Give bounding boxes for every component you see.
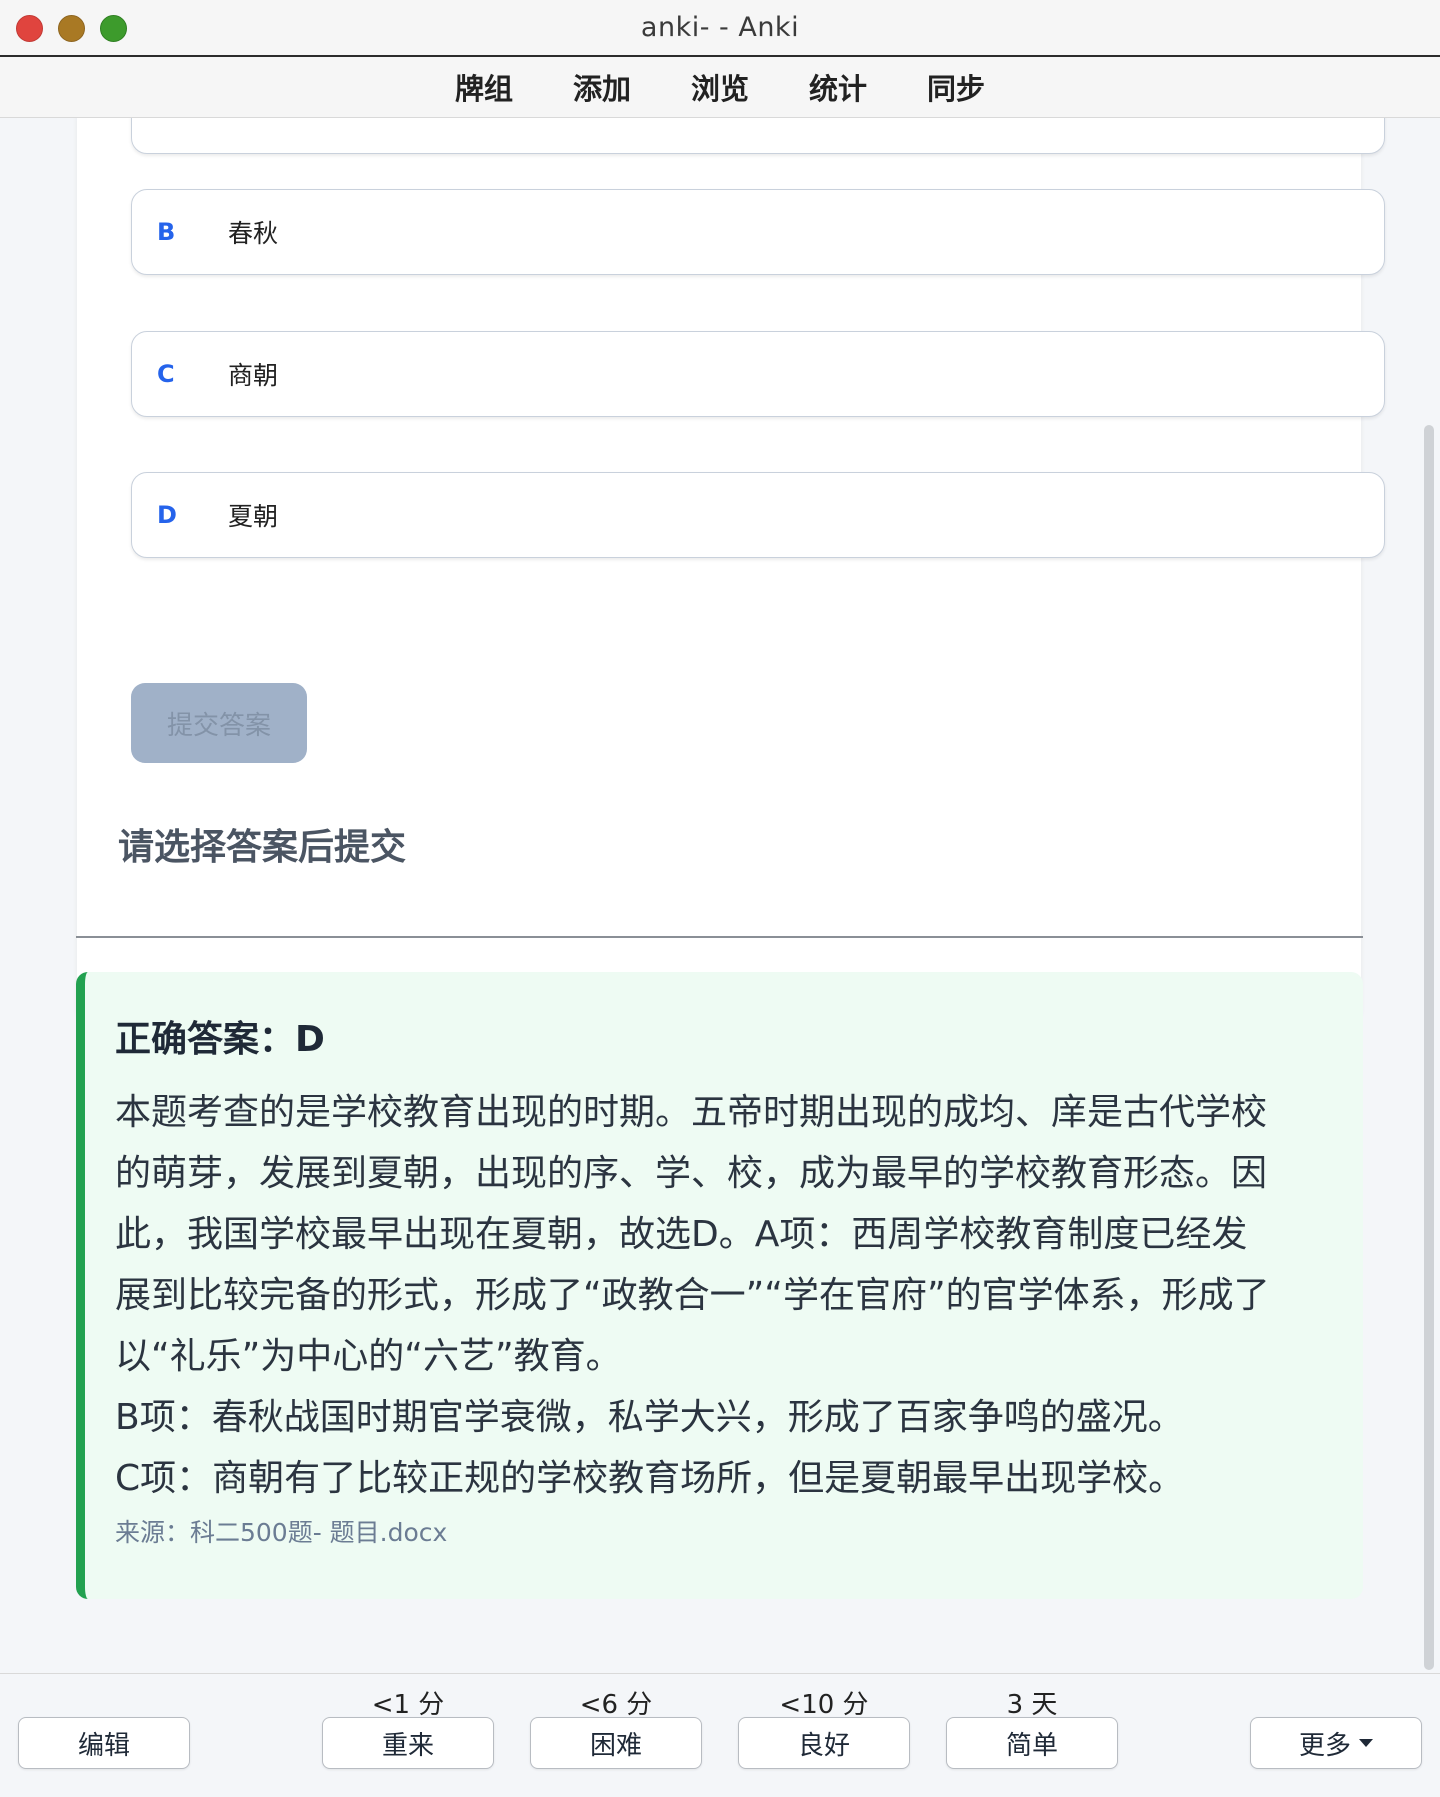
explanation-line: 展到比较完备的形式，形成了“政教合一”“学在官府”的官学体系，形成了 (115, 1275, 1270, 1316)
title-bar: anki- - Anki (0, 0, 1440, 57)
toolbar-decks[interactable]: 牌组 (455, 66, 513, 108)
anki-window: anki- - Anki 牌组 添加 浏览 统计 同步 B 春秋 C 商朝 D … (0, 0, 1440, 1797)
caret-down-icon (1359, 1739, 1373, 1747)
toolbar-browse[interactable]: 浏览 (691, 66, 749, 108)
interval-easy: 3 天 (1006, 1690, 1058, 1720)
option-b[interactable]: B 春秋 (131, 189, 1385, 275)
again-button[interactable]: 重来 (322, 1717, 494, 1769)
option-letter: D (157, 501, 177, 529)
main-toolbar: 牌组 添加 浏览 统计 同步 (0, 57, 1440, 118)
easy-button[interactable]: 简单 (946, 1717, 1118, 1769)
explanation-line: B项：春秋战国时期官学衰微，私学大兴，形成了百家争鸣的盛况。 (115, 1397, 1184, 1438)
toolbar-sync[interactable]: 同步 (927, 66, 985, 108)
option-text: 商朝 (228, 361, 279, 390)
option-c[interactable]: C 商朝 (131, 331, 1385, 417)
option-a[interactable] (131, 118, 1385, 154)
answer-divider (76, 936, 1363, 938)
toolbar-add[interactable]: 添加 (573, 66, 631, 108)
option-d[interactable]: D 夏朝 (131, 472, 1385, 558)
option-text: 春秋 (228, 219, 279, 248)
scrollbar-thumb[interactable] (1424, 425, 1434, 1670)
explanation-line: 以“礼乐”为中心的“六艺”教育。 (115, 1336, 622, 1377)
minimize-window-button[interactable] (58, 15, 85, 42)
explanation-line: 本题考查的是学校教育出现的时期。五帝时期出现的成均、庠是古代学校 (115, 1092, 1268, 1133)
edit-button[interactable]: 编辑 (18, 1717, 190, 1769)
good-button[interactable]: 良好 (738, 1717, 910, 1769)
review-bottom-bar: 编辑 <1 分 重来 <6 分 困难 <10 分 良好 3 天 简单 更多 (0, 1673, 1440, 1797)
zoom-window-button[interactable] (100, 15, 127, 42)
source-note: 来源：科二500题- 题目.docx (115, 1518, 448, 1547)
toolbar-stats[interactable]: 统计 (809, 66, 867, 108)
correct-answer-title: 正确答案：D (115, 1019, 325, 1060)
close-window-button[interactable] (16, 15, 43, 42)
submit-hint: 请选择答案后提交 (118, 827, 407, 868)
submit-answer-button[interactable]: 提交答案 (131, 683, 307, 763)
interval-hard: <6 分 (579, 1690, 653, 1720)
more-label: 更多 (1298, 1730, 1351, 1761)
answer-explanation: 正确答案：D 本题考查的是学校教育出现的时期。五帝时期出现的成均、庠是古代学校 … (76, 972, 1363, 1599)
option-text: 夏朝 (228, 502, 279, 531)
option-letter: B (157, 218, 176, 246)
explanation-line: 的萌芽，发展到夏朝，出现的序、学、校，成为最早的学校教育形态。因 (115, 1153, 1268, 1194)
explanation-line: 此，我国学校最早出现在夏朝，故选D。A项：西周学校教育制度已经发 (115, 1214, 1248, 1255)
option-letter: C (157, 360, 175, 388)
interval-again: <1 分 (371, 1690, 445, 1720)
window-controls (16, 15, 127, 42)
hard-button[interactable]: 困难 (530, 1717, 702, 1769)
window-title: anki- - Anki (640, 12, 800, 43)
more-button[interactable]: 更多 (1250, 1717, 1422, 1769)
explanation-line: C项：商朝有了比较正规的学校教育场所，但是夏朝最早出现学校。 (115, 1458, 1185, 1499)
review-content[interactable]: B 春秋 C 商朝 D 夏朝 提交答案 请选择答案后提交 正确答案：D 本题考查… (0, 118, 1422, 1673)
interval-good: <10 分 (779, 1690, 869, 1720)
